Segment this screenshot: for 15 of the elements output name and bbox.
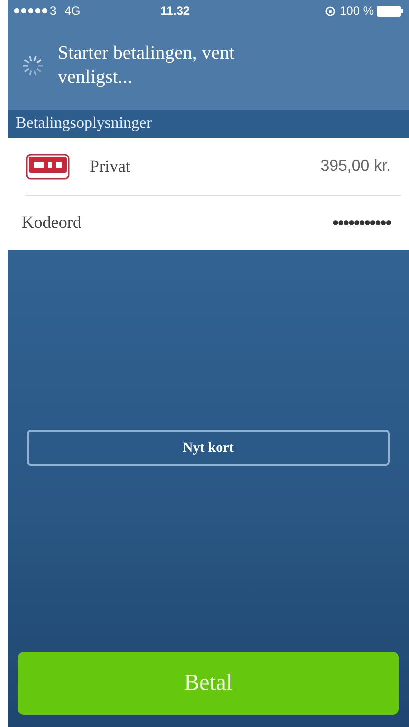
password-value: ••••••••••• [332, 212, 391, 234]
card-logo-icon [26, 154, 70, 180]
card-name: Privat [90, 156, 131, 178]
section-title: Betalingsoplysninger [16, 114, 152, 134]
network-label: 4G [64, 3, 81, 20]
status-message: Starter betalingen, vent venligst... [58, 42, 236, 90]
password-field[interactable]: Kodeord ••••••••••• [8, 196, 409, 250]
new-card-button[interactable]: Nyt kort [27, 430, 390, 466]
battery-label: 100 % [340, 3, 374, 20]
battery-icon [377, 6, 403, 16]
signal-icon [14, 8, 48, 14]
card-amount: 395,00 kr. [320, 156, 391, 176]
password-label: Kodeord [22, 212, 82, 234]
time-label: 11.32 [160, 3, 190, 20]
carrier-label: 3 [50, 3, 57, 20]
